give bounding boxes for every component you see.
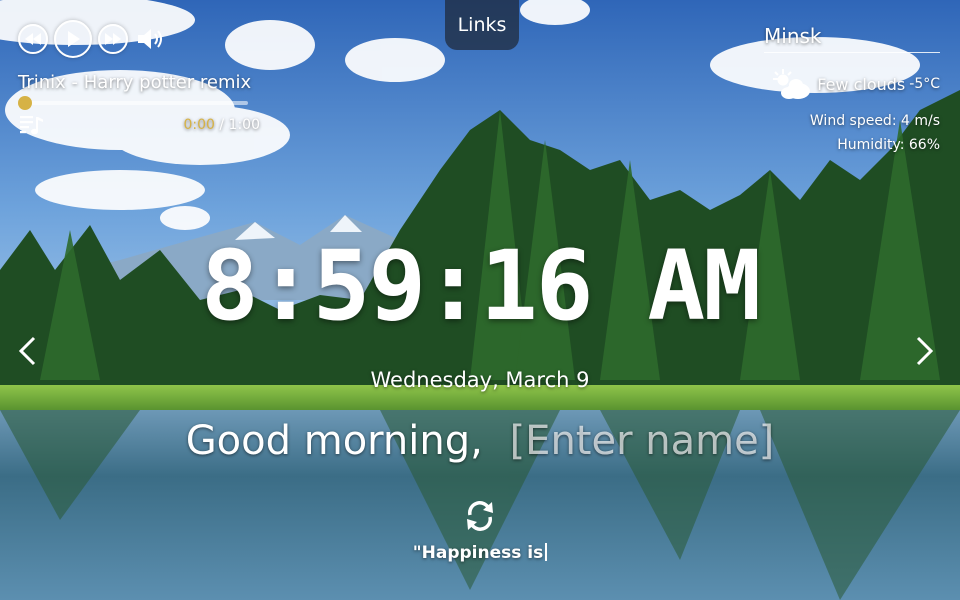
progress-bar[interactable] bbox=[18, 96, 248, 110]
links-label: Links bbox=[457, 14, 507, 36]
playlist-icon[interactable] bbox=[18, 113, 44, 137]
name-input[interactable]: [Enter name] bbox=[510, 418, 775, 464]
previous-icon bbox=[25, 33, 41, 45]
play-button[interactable] bbox=[54, 20, 92, 58]
time-display: 0:00 / 1:00 bbox=[183, 117, 260, 133]
music-player: Trinix - Harry potter remix 0:00 / 1:00 bbox=[18, 20, 268, 137]
refresh-icon[interactable] bbox=[462, 498, 498, 534]
weather-widget: Minsk Few clouds -5°C Wind speed: 4 m/s … bbox=[764, 24, 940, 153]
wind-speed: Wind speed: 4 m/s bbox=[809, 113, 940, 129]
chevron-right-icon[interactable] bbox=[912, 336, 936, 366]
humidity: Humidity: 66% bbox=[837, 137, 940, 153]
total-time: 1:00 bbox=[228, 117, 260, 133]
quote-text: "Happiness is bbox=[412, 543, 544, 563]
time-separator: / bbox=[219, 117, 225, 133]
greeting: Good morning, [Enter name] bbox=[0, 418, 960, 464]
links-button[interactable]: Links bbox=[445, 0, 519, 50]
track-title: Trinix - Harry potter remix bbox=[18, 72, 252, 93]
previous-button[interactable] bbox=[18, 24, 48, 54]
weather-condition: Few clouds -5°C bbox=[764, 67, 940, 101]
next-icon bbox=[105, 33, 121, 45]
current-time: 0:00 bbox=[183, 117, 215, 133]
quote: "Happiness is bbox=[0, 543, 960, 563]
weather-description: Few clouds bbox=[817, 74, 906, 94]
date: Wednesday, March 9 bbox=[370, 368, 590, 392]
weather-temperature: -5°C bbox=[909, 76, 940, 92]
city-input[interactable]: Minsk bbox=[764, 24, 940, 53]
play-icon bbox=[68, 31, 80, 47]
clock: 8:59:16 AM bbox=[201, 230, 761, 342]
text-caret bbox=[545, 543, 548, 561]
next-button[interactable] bbox=[98, 24, 128, 54]
player-meta: 0:00 / 1:00 bbox=[18, 113, 260, 137]
greeting-text: Good morning, bbox=[185, 418, 483, 464]
new-tab-dashboard: Trinix - Harry potter remix 0:00 / 1:00 … bbox=[0, 0, 960, 600]
volume-icon[interactable] bbox=[136, 27, 166, 51]
weather-cloud-icon bbox=[773, 69, 811, 99]
progress-knob[interactable] bbox=[18, 96, 32, 110]
player-controls bbox=[18, 20, 268, 58]
chevron-left-icon[interactable] bbox=[16, 336, 40, 366]
